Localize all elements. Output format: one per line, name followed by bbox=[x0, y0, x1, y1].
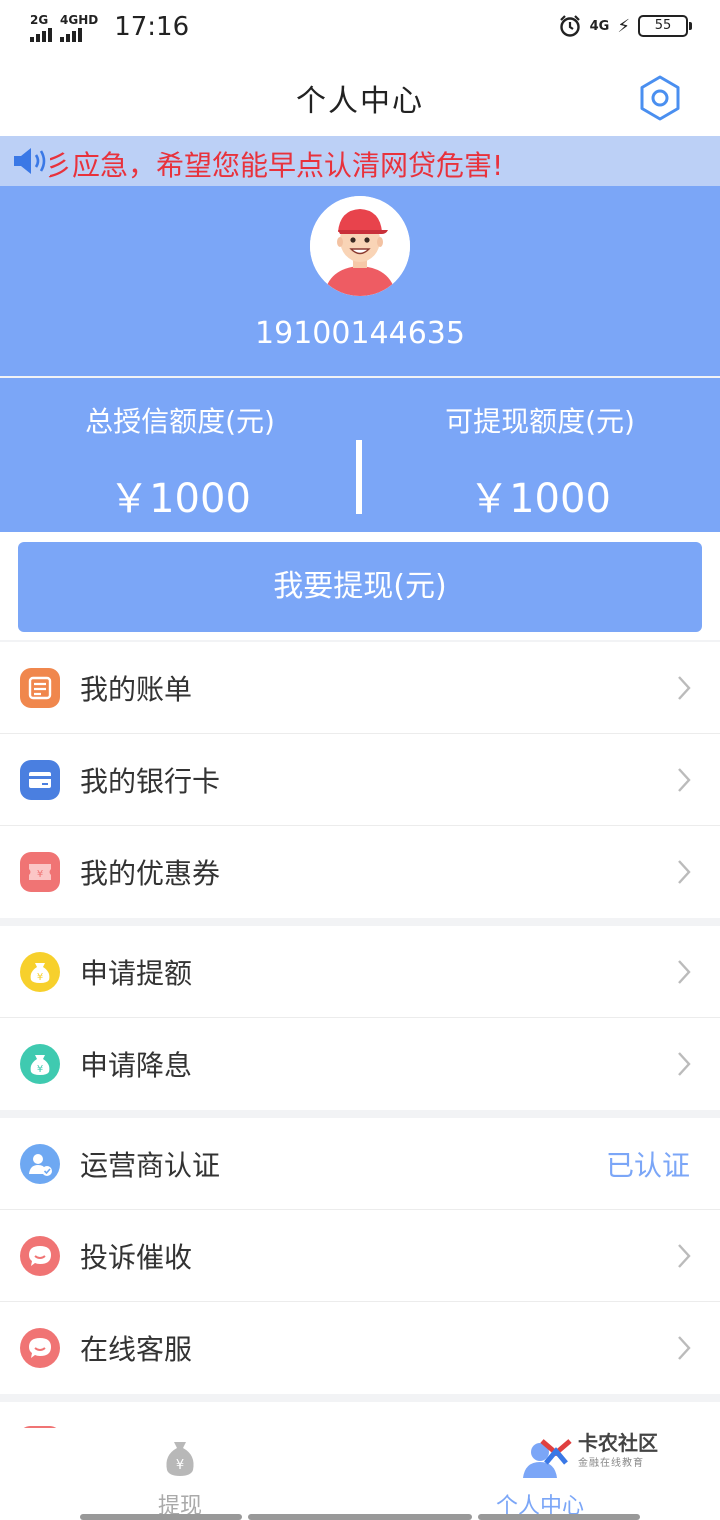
watermark-subtitle: 金融在线教育 bbox=[578, 1458, 644, 1469]
withdrawable-credit-value: ￥1000 bbox=[469, 476, 611, 522]
chevron-right-icon bbox=[678, 960, 691, 984]
menu-item-carrier-verification[interactable]: 运营商认证 已认证 bbox=[0, 1118, 720, 1210]
menu-item-online-support[interactable]: 在线客服 bbox=[0, 1302, 720, 1394]
total-credit: 总授信额度(元) ￥1000 bbox=[0, 400, 360, 524]
svg-text:¥: ¥ bbox=[37, 1064, 43, 1075]
chevron-right-icon bbox=[678, 860, 691, 884]
bill-icon bbox=[20, 668, 60, 708]
menu-label-coupons: 我的优惠券 bbox=[80, 857, 221, 890]
withdraw-section: 我要提现(元) bbox=[0, 532, 720, 640]
chevron-right-icon bbox=[678, 676, 691, 700]
menu-label-complaint: 投诉催收 bbox=[80, 1241, 193, 1274]
svg-text:¥: ¥ bbox=[37, 869, 43, 880]
menu-label-carrier-verification: 运营商认证 bbox=[80, 1149, 221, 1182]
money-bag-icon: ¥ bbox=[20, 952, 60, 992]
title-bar: 个人中心 bbox=[0, 56, 720, 136]
menu-item-bank-cards[interactable]: 我的银行卡 bbox=[0, 734, 720, 826]
menu-item-complaint[interactable]: 投诉催收 bbox=[0, 1210, 720, 1302]
watermark-logo-icon bbox=[540, 1438, 572, 1465]
svg-text:¥: ¥ bbox=[176, 1458, 184, 1473]
money-bag-icon: ¥ bbox=[166, 1442, 194, 1476]
gear-icon[interactable] bbox=[636, 74, 684, 122]
nav-gesture-bar bbox=[248, 1514, 472, 1520]
menu-item-bills[interactable]: 我的账单 bbox=[0, 642, 720, 734]
notice-bar[interactable]: 彡应急，希望您能早点认清网贷危害! bbox=[0, 136, 720, 186]
watermark: 卡农社区 金融在线教育 bbox=[538, 1432, 658, 1469]
menu-label-bills: 我的账单 bbox=[80, 673, 193, 706]
withdrawable-credit-label: 可提现额度(元) bbox=[445, 405, 635, 438]
signal-4g-label: 4GHD bbox=[60, 13, 99, 27]
charging-icon: ⚡ bbox=[617, 15, 630, 37]
user-verified-icon bbox=[20, 1144, 60, 1184]
status-bar: 2G 4GHD 17:16 4G ⚡ 55 bbox=[0, 0, 720, 56]
menu-item-lower-interest[interactable]: ¥ 申请降息 bbox=[0, 1018, 720, 1110]
menu-item-coupons[interactable]: ¥ 我的优惠券 bbox=[0, 826, 720, 918]
verified-status: 已认证 bbox=[605, 1149, 690, 1182]
total-credit-value: ￥1000 bbox=[109, 476, 251, 522]
watermark-title: 卡农社区 bbox=[578, 1431, 658, 1455]
alarm-icon bbox=[559, 15, 580, 37]
battery-icon: 55 bbox=[638, 15, 692, 37]
chevron-right-icon bbox=[678, 1052, 691, 1076]
coupon-icon: ¥ bbox=[20, 852, 60, 892]
tab-withdraw[interactable]: ¥ 提现 bbox=[90, 1438, 270, 1520]
bank-card-icon bbox=[20, 760, 60, 800]
total-credit-label: 总授信额度(元) bbox=[85, 405, 275, 438]
network-4g-icon: 4G bbox=[589, 18, 610, 34]
page-title: 个人中心 bbox=[296, 84, 424, 119]
menu-label-raise-limit: 申请提额 bbox=[80, 957, 193, 990]
credit-summary: 总授信额度(元) ￥1000 可提现额度(元) ￥1000 bbox=[0, 378, 720, 532]
chevron-right-icon bbox=[678, 1244, 691, 1268]
signal-2g-label: 2G bbox=[30, 13, 49, 27]
avatar-icon bbox=[310, 196, 410, 296]
phone-number: 19100144635 bbox=[255, 316, 465, 351]
profile-header: 19100144635 bbox=[0, 186, 720, 376]
menu-label-lower-interest: 申请降息 bbox=[80, 1049, 193, 1082]
avatar[interactable] bbox=[310, 196, 410, 296]
menu-item-raise-limit[interactable]: ¥ 申请提额 bbox=[0, 926, 720, 1018]
status-time: 17:16 bbox=[114, 12, 190, 42]
svg-text:¥: ¥ bbox=[37, 972, 43, 983]
nav-gesture-bar bbox=[478, 1514, 640, 1520]
withdraw-button[interactable]: 我要提现(元) bbox=[18, 542, 702, 632]
chevron-right-icon bbox=[678, 1336, 691, 1360]
withdrawable-credit: 可提现额度(元) ￥1000 bbox=[360, 400, 720, 524]
money-bag-icon: ¥ bbox=[20, 1044, 60, 1084]
menu-group-credit: ¥ 申请提额 ¥ 申请降息 bbox=[0, 926, 720, 1110]
menu-group-account: 我的账单 我的银行卡 ¥ 我的优惠券 bbox=[0, 642, 720, 918]
speaker-icon bbox=[12, 148, 50, 176]
chat-bubble-icon bbox=[20, 1328, 60, 1368]
signal-4g-icon: 4GHD bbox=[60, 14, 98, 42]
notice-text: 彡应急，希望您能早点认清网贷危害! bbox=[44, 149, 504, 182]
menu-group-service: 运营商认证 已认证 投诉催收 在线客服 bbox=[0, 1118, 720, 1394]
nav-gesture-bar bbox=[80, 1514, 242, 1520]
chevron-right-icon bbox=[678, 768, 691, 792]
menu-label-bank-cards: 我的银行卡 bbox=[80, 765, 221, 798]
chat-bubble-icon bbox=[20, 1236, 60, 1276]
signal-2g-icon: 2G bbox=[30, 14, 52, 42]
menu-label-online-support: 在线客服 bbox=[80, 1333, 193, 1366]
